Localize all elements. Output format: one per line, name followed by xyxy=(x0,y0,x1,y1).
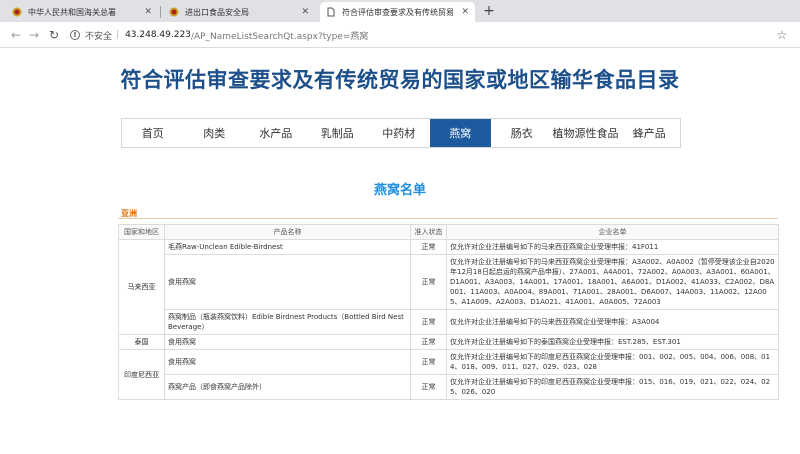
nav-item-meat[interactable]: 肉类 xyxy=(184,119,246,147)
nav-item-herbal[interactable]: 中药材 xyxy=(368,119,430,147)
table-row: 马来西亚 毛燕Raw-Unclean Edible-Birdnest 正常 仅允… xyxy=(118,239,779,335)
address-separator: | xyxy=(116,30,120,40)
company-cell: 仅允许对企业注册编号如下的印度尼西亚燕窝企业受理申报：015、016、019、0… xyxy=(446,374,779,400)
status-cell: 正常 xyxy=(410,239,447,255)
forward-arrow-icon[interactable]: → xyxy=(26,27,42,43)
close-icon[interactable]: ✕ xyxy=(144,7,152,17)
status-cell: 正常 xyxy=(410,309,447,335)
status-cell: 正常 xyxy=(410,334,447,350)
status-cell: 正常 xyxy=(410,374,447,400)
nav-item-dairy[interactable]: 乳制品 xyxy=(307,119,369,147)
nav-item-home[interactable]: 首页 xyxy=(122,119,184,147)
not-secure-label: 不安全 xyxy=(85,31,113,42)
back-arrow-icon[interactable]: ← xyxy=(8,27,24,43)
nav-item-bee-products[interactable]: 蜂产品 xyxy=(619,119,681,147)
country-cell: 马来西亚 xyxy=(118,239,165,335)
list-title: 燕窝名单 xyxy=(373,183,426,198)
tab-separator xyxy=(160,6,161,18)
product-cell: 燕窝产品（即食燕窝产品除外） xyxy=(164,374,411,400)
product-cell: 毛燕Raw-Unclean Edible-Birdnest xyxy=(164,239,411,255)
nav-item-birdnest[interactable]: 燕窝 xyxy=(429,119,491,147)
reload-icon[interactable]: ↻ xyxy=(46,27,62,43)
new-tab-button[interactable]: + xyxy=(481,3,497,19)
customs-emblem-icon xyxy=(12,7,22,17)
document-icon xyxy=(327,7,335,17)
product-cell: 食用燕窝 xyxy=(164,349,411,375)
status-cell: 正常 xyxy=(410,349,447,375)
nav-item-aquatic[interactable]: 水产品 xyxy=(245,119,307,147)
column-header: 准入状态 xyxy=(410,224,447,240)
close-icon[interactable]: ✕ xyxy=(301,7,309,17)
product-cell: 食用燕窝 xyxy=(164,254,411,310)
table-row: 泰国 食用燕窝 正常 仅允许对企业注册编号如下的泰国燕窝企业受理申报：EST.2… xyxy=(118,334,779,350)
column-header: 企业名单 xyxy=(446,224,779,240)
nav-item-casing[interactable]: 肠衣 xyxy=(491,119,553,147)
page-title: 符合评估审查要求及有传统贸易的国家或地区输华食品目录 xyxy=(120,67,680,92)
company-cell: 仅允许对企业注册编号如下的马来西亚燕窝企业受理申报：A3A002、A0A002（… xyxy=(446,254,779,310)
url-path: /AP_NameListSearchQt.aspx?type=燕窝 xyxy=(190,31,369,42)
tab-title: 进出口食品安全局 xyxy=(185,7,249,17)
company-cell: 仅允许对企业注册编号如下的马来西亚燕窝企业受理申报：A3A004 xyxy=(446,309,779,335)
tab-title: 中华人民共和国海关总署 xyxy=(28,7,116,17)
product-cell: 食用燕窝 xyxy=(164,334,411,350)
company-cell: 仅允许对企业注册编号如下的印度尼西亚燕窝企业受理申报：001、002、005、0… xyxy=(446,349,779,375)
browser-tab[interactable]: 进出口食品安全局 ✕ xyxy=(163,2,315,22)
region-divider xyxy=(118,218,778,219)
status-cell: 正常 xyxy=(410,254,447,310)
url-host: 43.248.49.223 xyxy=(125,30,191,40)
warning-icon[interactable]: ! xyxy=(70,30,80,40)
column-header: 产品名称 xyxy=(164,224,411,240)
table-row: 印度尼西亚 食用燕窝 正常 仅允许对企业注册编号如下的印度尼西亚燕窝企业受理申报… xyxy=(118,349,779,400)
favorites-star-icon[interactable]: ☆ xyxy=(774,27,790,43)
company-cell: 仅允许对企业注册编号如下的泰国燕窝企业受理申报：EST.285、EST.301 xyxy=(446,334,779,350)
category-nav: 首页 肉类 水产品 乳制品 中药材 燕窝 肠衣 植物源性食品 蜂产品 xyxy=(121,118,681,148)
customs-emblem-icon xyxy=(169,7,179,17)
product-cell: 燕窝制品（瓶装燕窝饮料）Edible Birdnest Products（Bot… xyxy=(164,309,411,335)
country-cell: 泰国 xyxy=(118,334,165,350)
table-row: 燕窝产品（即食燕窝产品除外） 正常 仅允许对企业注册编号如下的印度尼西亚燕窝企业… xyxy=(119,374,779,400)
nav-item-plant-food[interactable]: 植物源性食品 xyxy=(553,119,619,147)
table-row: 燕窝制品（瓶装燕窝饮料）Edible Birdnest Products（Bot… xyxy=(119,309,779,335)
country-cell: 印度尼西亚 xyxy=(118,349,165,400)
birdnest-list-table: 国家和地区 产品名称 准入状态 企业名单 马来西亚 毛燕Raw-Unclean … xyxy=(118,224,779,400)
address-bar[interactable]: ! 不安全 | 43.248.49.223 /AP_NameListSearch… xyxy=(70,26,368,44)
tab-title: 符合评估审查要求及有传统贸易 xyxy=(342,7,454,17)
company-cell: 仅允许对企业注册编号如下的马来西亚燕窝企业受理申报：41F011 xyxy=(446,239,779,255)
browser-tab-bar: 中华人民共和国海关总署 ✕ 进出口食品安全局 ✕ 符合评估审查要求及有传统贸易 … xyxy=(0,0,800,22)
browser-tab-active[interactable]: 符合评估审查要求及有传统贸易 ✕ xyxy=(320,2,475,22)
browser-toolbar: ← → ↻ ! 不安全 | 43.248.49.223 /AP_NameList… xyxy=(0,22,800,48)
browser-tab[interactable]: 中华人民共和国海关总署 ✕ xyxy=(6,2,158,22)
close-icon[interactable]: ✕ xyxy=(461,7,469,17)
column-header: 国家和地区 xyxy=(118,224,165,240)
table-header-row: 国家和地区 产品名称 准入状态 企业名单 xyxy=(118,224,779,240)
table-row: 食用燕窝 正常 仅允许对企业注册编号如下的马来西亚燕窝企业受理申报：A3A002… xyxy=(119,254,779,310)
